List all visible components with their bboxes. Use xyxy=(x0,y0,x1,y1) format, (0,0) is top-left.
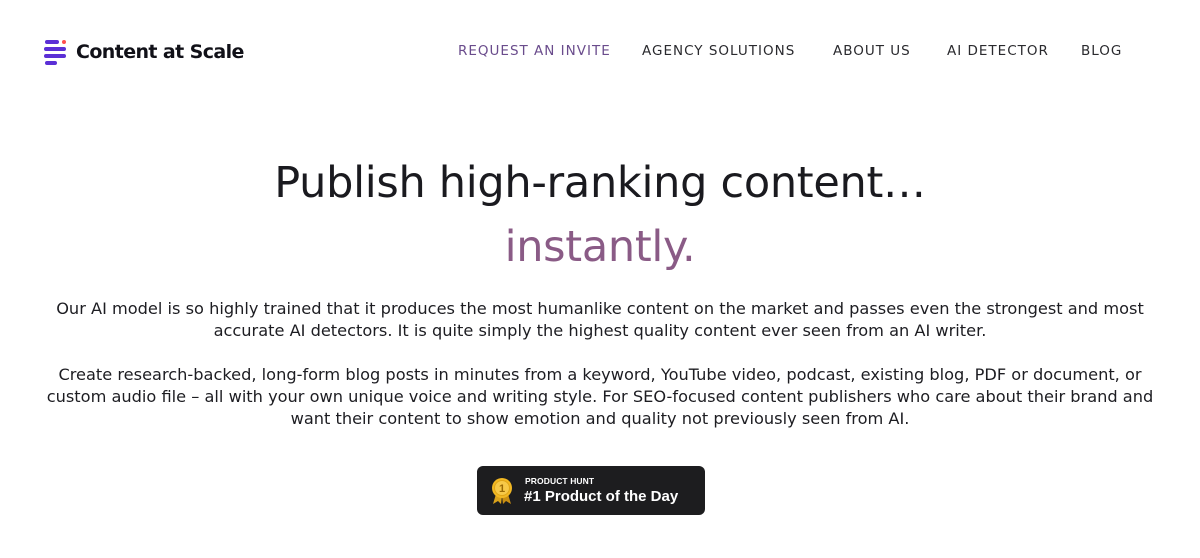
hero-paragraph-1: Our AI model is so highly trained that i… xyxy=(56,299,1144,340)
gold-medal-icon: 1 xyxy=(492,478,512,504)
badge-title: #1 Product of the Day xyxy=(524,488,679,505)
nav-item-request-invite[interactable]: REQUEST AN INVITE xyxy=(458,43,611,59)
nav-item-about-us[interactable]: ABOUT US xyxy=(833,43,911,59)
product-hunt-badge[interactable]: 1 PRODUCT HUNT #1 Product of the Day xyxy=(477,466,705,515)
hero-paragraph-2: Create research-backed, long-form blog p… xyxy=(46,365,1154,428)
badge-kicker: PRODUCT HUNT xyxy=(525,476,595,486)
hero-accent-word: instantly. xyxy=(504,222,696,272)
nav-item-blog[interactable]: BLOG xyxy=(1081,43,1122,59)
medal-number: 1 xyxy=(499,483,505,495)
hero-title: Publish high-ranking content… xyxy=(274,158,926,208)
nav-item-agency-solutions[interactable]: AGENCY SOLUTIONS xyxy=(642,43,795,59)
main-nav: REQUEST AN INVITE AGENCY SOLUTIONS ABOUT… xyxy=(0,43,1200,63)
site-header: Content at Scale REQUEST AN INVITE AGENC… xyxy=(0,0,1200,104)
nav-item-ai-detector[interactable]: AI DETECTOR xyxy=(947,43,1049,59)
